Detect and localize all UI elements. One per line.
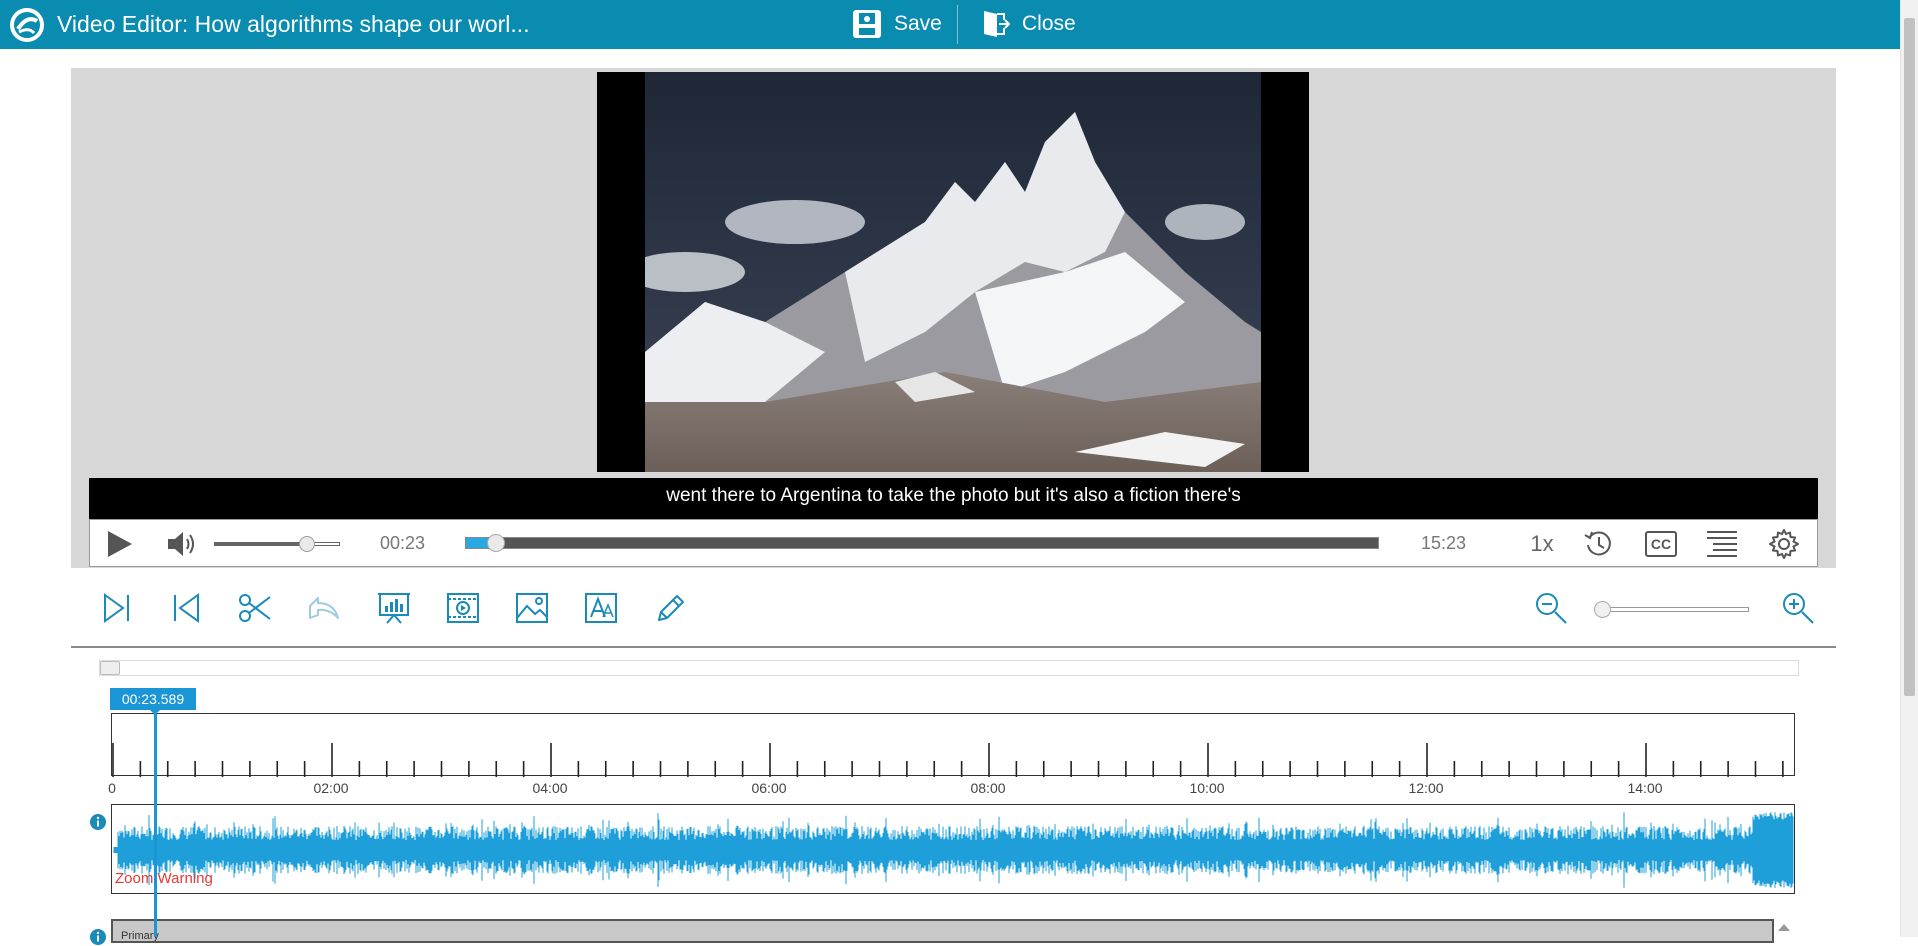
ruler-label: 04:00 [532,780,568,796]
player-controls: 00:23 15:23 1x CC [89,519,1818,567]
ruler-label: 10:00 [1189,780,1225,796]
page-title: Video Editor: How algorithms shape our w… [57,11,530,37]
progress-bar-handle[interactable] [486,534,505,552]
mute-button[interactable] [166,528,200,560]
header-divider [957,5,958,44]
ruler-label: 0 [108,780,116,796]
image-icon [516,593,548,623]
closed-captions-icon: CC [1645,531,1677,557]
undo-icon [309,597,339,619]
audio-waveform [113,812,1794,888]
video-frame [645,72,1261,472]
volume-slider-handle[interactable] [298,536,315,552]
insert-video-button[interactable] [443,588,483,628]
playback-speed-button[interactable]: 1x [1522,528,1562,560]
history-icon [1584,531,1611,556]
app-logo-icon [10,8,44,42]
ruler-label: 14:00 [1627,780,1663,796]
skip-to-end-icon [104,593,129,623]
ruler-label: 02:00 [313,780,349,796]
list-icon [1707,531,1737,557]
zoom-warning-text: Zoom Warning [115,870,213,887]
duration-time: 15:23 [1421,533,1467,553]
ruler-label: 08:00 [970,780,1006,796]
pencil-icon [658,595,684,621]
timeline-ruler[interactable] [111,713,1795,777]
play-icon [108,531,132,557]
timeline-zoom-handle[interactable] [1594,601,1611,618]
audio-waveform-track[interactable] [111,804,1795,894]
progress-bar[interactable] [465,534,1379,552]
zoom-in-button[interactable] [1778,588,1818,628]
close-button[interactable]: Close [980,8,1076,40]
current-time: 00:23 [380,533,426,553]
save-button[interactable]: Save [852,8,942,40]
playhead-line[interactable] [154,710,157,937]
info-icon[interactable] [89,813,107,831]
ruler-label: 06:00 [751,780,787,796]
zoom-out-icon [1536,593,1567,624]
ruler-ticks [112,743,1784,777]
volume-slider-fill [215,543,307,545]
insert-text-button[interactable] [581,588,621,628]
timeline-scrollbar[interactable] [99,660,1799,676]
play-button[interactable] [102,528,136,560]
timeline-scrollbar-handle[interactable] [100,661,120,675]
track-scroll-up-icon[interactable] [1778,924,1790,931]
skip-to-end-button[interactable] [97,588,137,628]
page-scrollbar[interactable] [1900,0,1918,937]
save-label: Save [894,12,942,35]
volume-slider[interactable] [214,536,340,552]
timeline-zoom-slider[interactable] [1594,601,1749,618]
text-icon [585,593,617,623]
zoom-in-icon [1783,593,1814,624]
page-scrollbar-thumb[interactable] [1904,18,1915,696]
progress-bar-fill [466,538,489,548]
chapters-button[interactable] [1704,528,1740,560]
close-label: Close [1022,12,1076,35]
header-bar: Video Editor: How algorithms shape our w… [0,0,1918,49]
skip-to-start-icon [174,593,199,623]
zoom-out-button[interactable] [1531,588,1571,628]
undo-button[interactable] [305,588,345,628]
cut-button[interactable] [235,588,275,628]
scissors-icon [239,594,271,622]
ruler-label: 12:00 [1408,780,1444,796]
insert-slide-button[interactable] [374,588,414,628]
captions-button[interactable]: CC [1643,528,1679,560]
draw-button[interactable] [651,588,691,628]
insert-image-button[interactable] [512,588,552,628]
ruler-labels: 0 02:00 04:00 06:00 08:00 10:00 12:00 14:00 [108,780,1795,798]
playhead-time-label[interactable]: 00:23.589 [110,688,196,710]
info-icon-2[interactable] [89,928,107,946]
exit-door-icon [984,11,1010,37]
playhead-pointer [150,710,160,715]
skip-to-start-button[interactable] [166,588,206,628]
replay-button[interactable] [1581,528,1617,560]
edit-toolbar [71,570,1836,648]
primary-track[interactable]: Primary [111,919,1774,943]
volume-icon [168,532,194,556]
chart-slide-icon [378,593,410,624]
settings-button[interactable] [1766,528,1802,560]
video-player[interactable] [597,72,1309,472]
save-icon [853,10,881,38]
gear-icon [1769,529,1799,559]
waveform-path [113,812,1794,888]
subtitle-caption: went there to Argentina to take the phot… [89,478,1818,520]
video-clip-icon [447,593,479,623]
